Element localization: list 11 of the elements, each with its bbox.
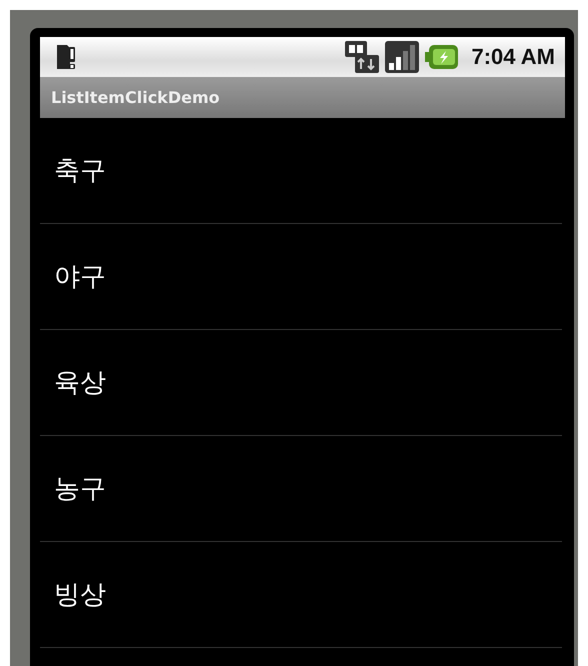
- app-title: ListItemClickDemo: [51, 88, 220, 107]
- network-3g-icon: [345, 41, 380, 73]
- list-item[interactable]: 야구: [40, 224, 562, 330]
- list-item[interactable]: 빙상: [40, 542, 562, 648]
- signal-icon: [385, 41, 420, 73]
- list-item[interactable]: 육상: [40, 330, 562, 436]
- sd-card-warning-icon: [54, 43, 76, 71]
- clock-time: 7:04 AM: [471, 44, 555, 70]
- list-item[interactable]: 농구: [40, 436, 562, 542]
- list-item[interactable]: 축구: [40, 118, 562, 224]
- battery-charging-icon: [425, 44, 460, 70]
